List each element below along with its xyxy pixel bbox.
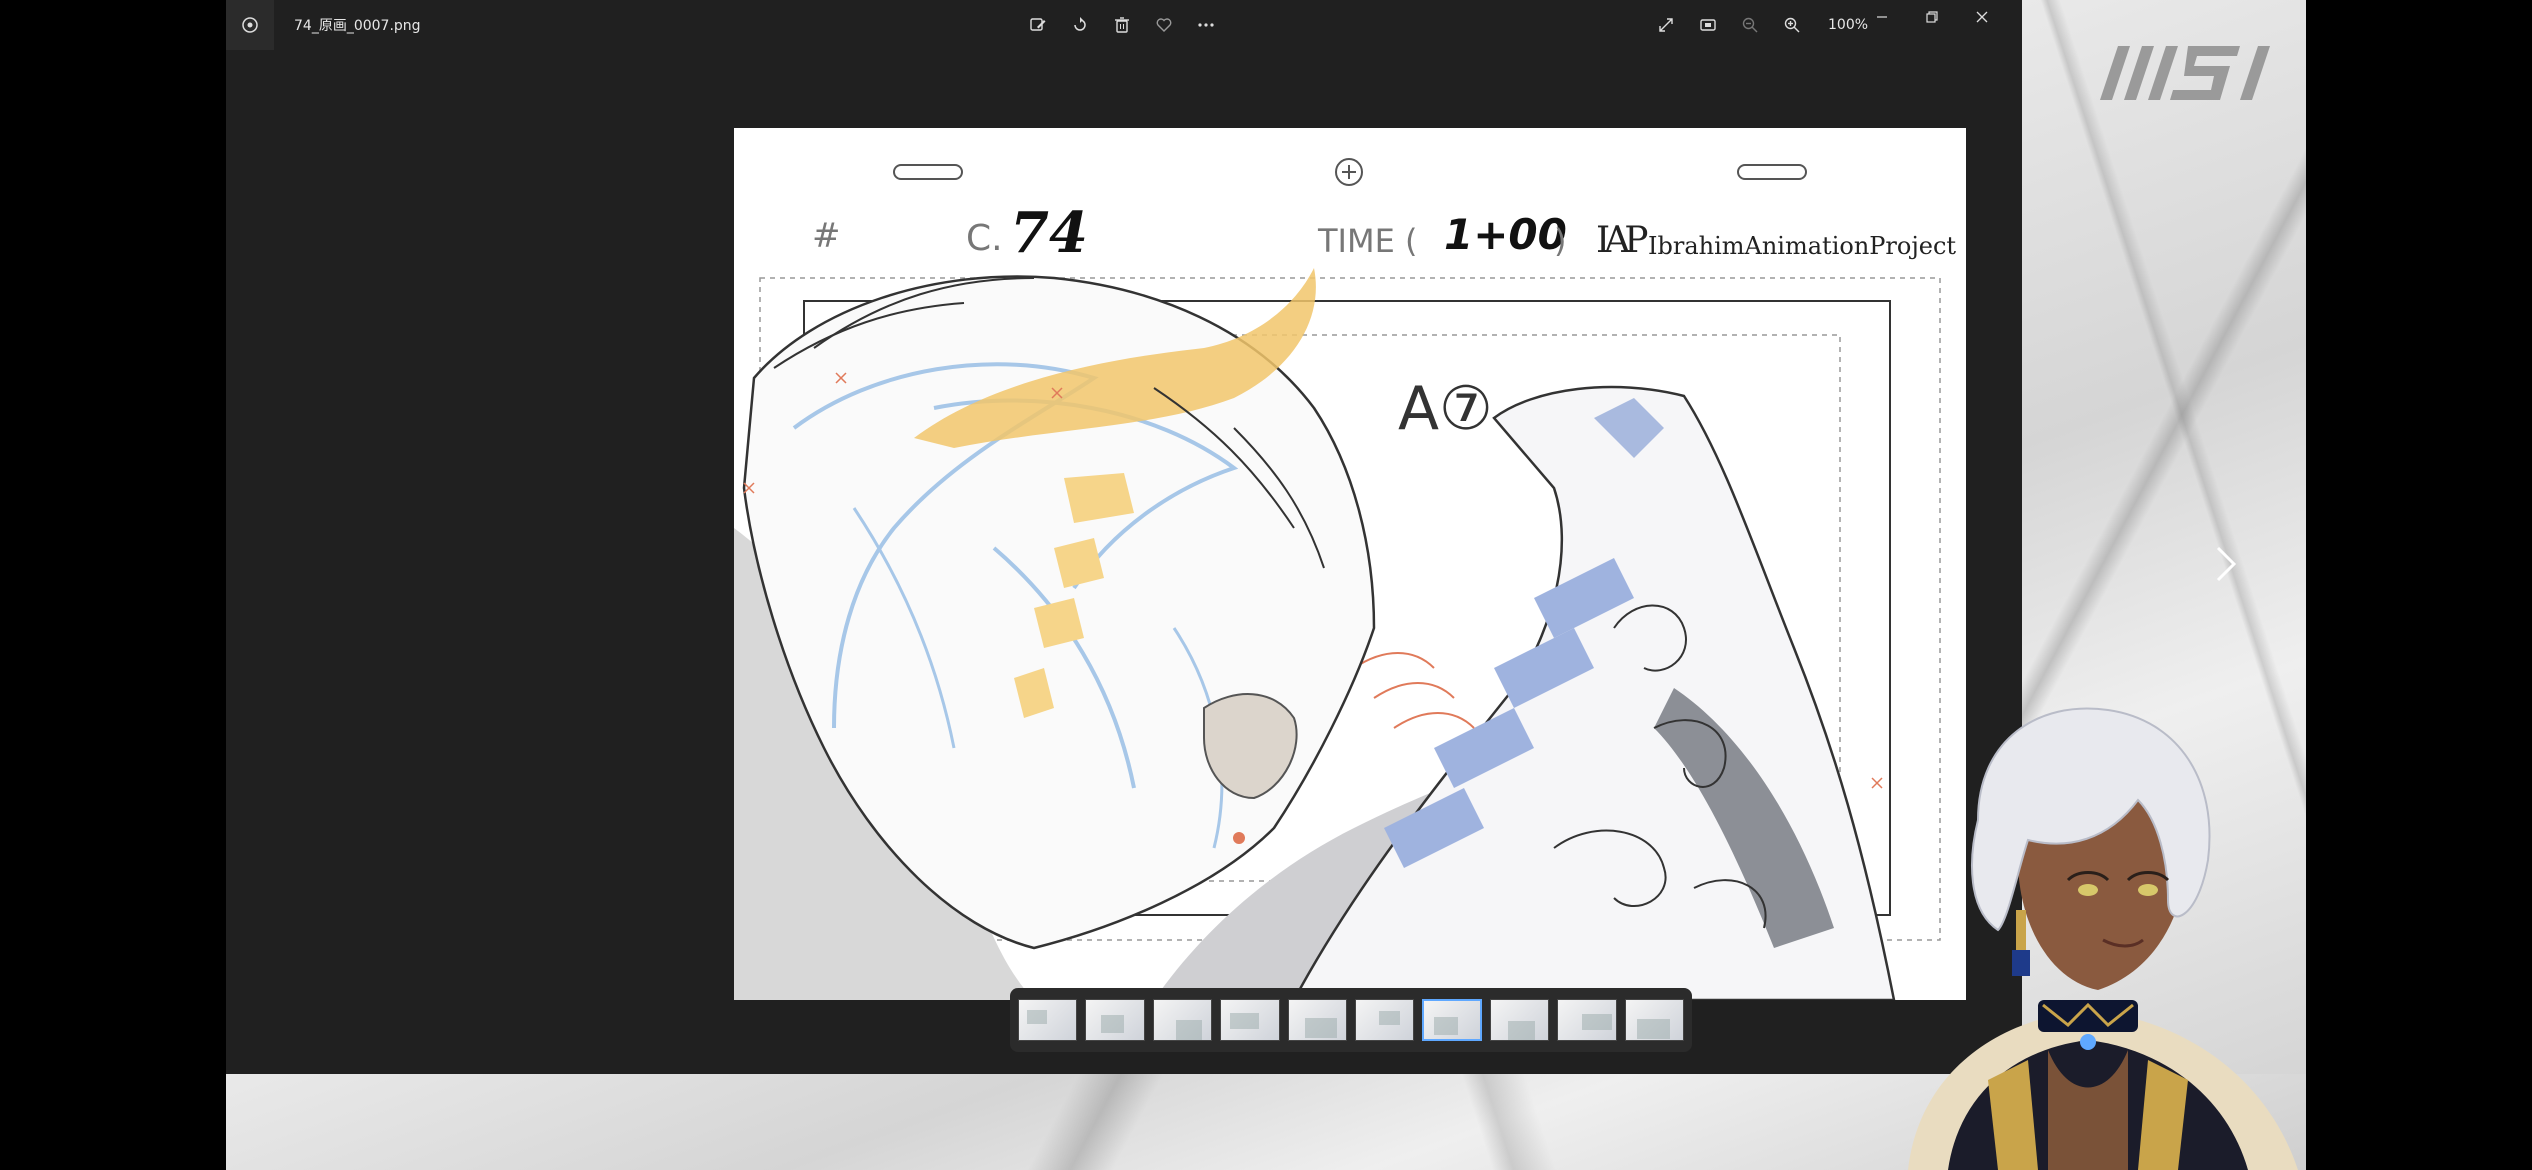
- filmstrip-thumbnail[interactable]: [1557, 999, 1617, 1041]
- window-controls: [1872, 0, 1992, 34]
- studio-logo: IAP: [1596, 220, 1649, 261]
- heart-icon: [1156, 18, 1172, 32]
- filmstrip-thumbnail[interactable]: [1422, 999, 1482, 1041]
- filmstrip-thumbnail[interactable]: [1489, 999, 1550, 1041]
- filmstrip-thumbnail[interactable]: [1018, 999, 1078, 1041]
- zoom-out-button[interactable]: [1740, 15, 1760, 35]
- filmstrip-thumbnail[interactable]: [1287, 999, 1347, 1041]
- filmstrip: [1010, 988, 1692, 1052]
- more-options-button[interactable]: [1196, 15, 1216, 35]
- msi-logo: [2100, 46, 2270, 100]
- minimize-icon: [1877, 16, 1887, 18]
- hash-mark: #: [812, 216, 841, 256]
- time-value: 1+00: [1444, 210, 1567, 259]
- next-image-arrow[interactable]: [2214, 544, 2238, 584]
- photos-app-icon: [242, 17, 258, 33]
- filmstrip-thumbnail[interactable]: [1624, 999, 1684, 1041]
- minimize-button[interactable]: [1872, 7, 1892, 27]
- more-icon: [1198, 23, 1214, 27]
- expand-icon: [1659, 18, 1673, 32]
- right-toolbar: 100%: [1656, 0, 1868, 50]
- zoom-in-icon: [1784, 17, 1800, 33]
- fit-window-button[interactable]: [1698, 15, 1718, 35]
- close-button[interactable]: [1972, 7, 1992, 27]
- zoom-out-icon: [1742, 17, 1758, 33]
- time-close: ): [1554, 222, 1567, 260]
- time-label: TIME (: [1318, 222, 1418, 260]
- edit-image-button[interactable]: [1028, 15, 1048, 35]
- title-bar: 74_原画_0007.png 100%: [226, 0, 2022, 50]
- photo-viewer-window: 74_原画_0007.png 100% # C. 74 TIME (1+00 …: [226, 0, 2237, 1074]
- restore-icon: [1926, 11, 1938, 23]
- filmstrip-thumbnail[interactable]: [1354, 999, 1415, 1041]
- rotate-icon: [1074, 17, 1086, 31]
- app-menu-button[interactable]: [226, 0, 274, 50]
- filmstrip-thumbnail[interactable]: [1220, 999, 1280, 1041]
- file-name: 74_原画_0007.png: [294, 18, 421, 34]
- filmstrip-thumbnail[interactable]: [1152, 999, 1213, 1041]
- favorite-button[interactable]: [1154, 15, 1174, 35]
- zoom-in-button[interactable]: [1782, 15, 1802, 35]
- fit-icon: [1700, 19, 1716, 31]
- edit-icon: [1030, 18, 1046, 31]
- delete-button[interactable]: [1112, 15, 1132, 35]
- studio-name: IbrahimAnimationProject: [1648, 232, 1957, 260]
- fullscreen-button[interactable]: [1656, 15, 1676, 35]
- cut-number: 74: [1010, 200, 1088, 266]
- center-toolbar: [1028, 0, 1216, 50]
- cut-label: C.: [966, 218, 1003, 259]
- image-canvas[interactable]: # C. 74 TIME ( 1+00 ) IAP IbrahimAnimati…: [734, 128, 1966, 1000]
- restore-button[interactable]: [1922, 7, 1942, 27]
- rotate-button[interactable]: [1070, 15, 1090, 35]
- filmstrip-thumbnail[interactable]: [1085, 999, 1145, 1041]
- vtuber-avatar: [1908, 707, 2298, 1170]
- close-icon: [1976, 11, 1988, 23]
- drawing-annotation: A⑦: [1398, 374, 1493, 444]
- zoom-level[interactable]: 100%: [1828, 17, 1868, 33]
- trash-icon: [1115, 17, 1129, 33]
